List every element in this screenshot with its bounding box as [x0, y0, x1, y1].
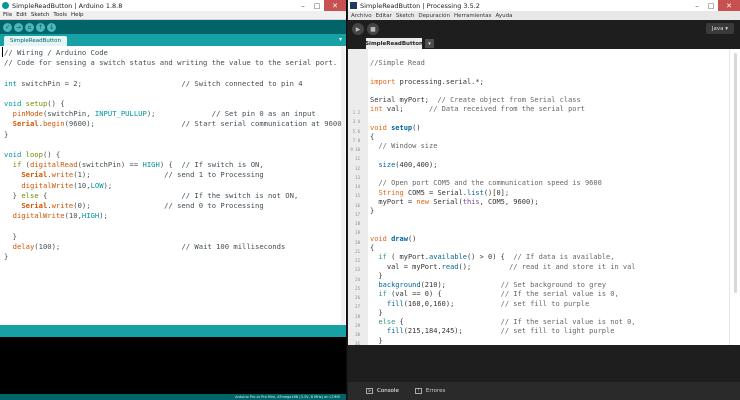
- processing-tab-menu-icon[interactable]: ▾: [425, 39, 434, 48]
- arduino-tab-sketch[interactable]: SimpleReadButton: [4, 36, 68, 46]
- arduino-menu-edit[interactable]: Edit: [16, 12, 27, 18]
- processing-maximize-button[interactable]: □: [704, 0, 718, 11]
- processing-window-title: SimpleReadButton | Processing 3.5.2: [360, 1, 480, 10]
- processing-code: //Simple Read import processing.serial.*…: [370, 59, 636, 363]
- arduino-menubar: File Edit Sketch Tools Help: [0, 11, 346, 20]
- processing-code-editor[interactable]: //Simple Read import processing.serial.*…: [368, 49, 729, 363]
- processing-window: SimpleReadButton | Processing 3.5.2 – □ …: [348, 0, 740, 400]
- processing-menu-sketch[interactable]: Sketch: [396, 13, 415, 19]
- processing-minimize-button[interactable]: –: [690, 0, 704, 11]
- arduino-app-icon: [2, 2, 9, 9]
- processing-titlebar[interactable]: SimpleReadButton | Processing 3.5.2 – □ …: [348, 0, 740, 11]
- processing-line-numbers: 1 2 3 4 5 6 7 8 9 10 11 12 13 14 15 16 1…: [350, 110, 360, 347]
- errors-tab[interactable]: ! Errores: [414, 388, 446, 394]
- arduino-minimize-button[interactable]: –: [296, 0, 310, 11]
- new-icon[interactable]: ▫: [25, 22, 34, 32]
- processing-app-icon: [350, 2, 357, 9]
- processing-scroll-thumb[interactable]: [734, 53, 737, 293]
- arduino-code: // Wiring / Arduino Code // Code for sen…: [4, 48, 347, 262]
- arduino-titlebar[interactable]: SimpleReadButton | Arduino 1.8.8 – □ ✕: [0, 0, 346, 11]
- processing-menu-ayuda[interactable]: Ayuda: [496, 13, 513, 19]
- processing-menu-herramientas[interactable]: Herramientas: [454, 13, 491, 19]
- processing-tab-row: SimpleReadButton ▾: [348, 38, 740, 49]
- arduino-tab-menu-icon[interactable]: ▾: [339, 36, 342, 43]
- arduino-menu-help[interactable]: Help: [71, 12, 84, 18]
- console-icon: >: [366, 388, 373, 394]
- processing-menu-depuracion[interactable]: Depuración: [418, 13, 450, 19]
- processing-console-tabs: > Console ! Errores: [348, 382, 740, 400]
- arduino-tab-row: SimpleReadButton ▾: [0, 34, 346, 46]
- processing-menu-archivo[interactable]: Archivo: [351, 13, 372, 19]
- arduino-vertical-scrollbar[interactable]: [341, 46, 345, 325]
- processing-vertical-scrollbar[interactable]: [729, 49, 740, 345]
- save-icon[interactable]: ↓: [47, 22, 56, 32]
- processing-close-button[interactable]: ✕: [718, 0, 740, 11]
- processing-mode-selector[interactable]: Java ▾: [705, 23, 734, 34]
- arduino-window-title: SimpleReadButton | Arduino 1.8.8: [12, 1, 123, 10]
- run-icon[interactable]: ▶: [352, 23, 364, 35]
- upload-icon[interactable]: →: [14, 22, 23, 32]
- arduino-console: [0, 337, 346, 394]
- processing-console: [348, 345, 740, 382]
- arduino-menu-file[interactable]: File: [3, 12, 12, 18]
- stop-icon[interactable]: ■: [367, 23, 379, 35]
- arduino-code-editor[interactable]: // Wiring / Arduino Code // Code for sen…: [0, 46, 346, 325]
- errors-icon: !: [414, 388, 422, 394]
- verify-icon[interactable]: ✓: [3, 22, 12, 32]
- processing-line-gutter: 1 2 3 4 5 6 7 8 9 10 11 12 13 14 15 16 1…: [348, 49, 368, 346]
- processing-menu-editar[interactable]: Editar: [376, 13, 392, 19]
- console-tab-label: Console: [377, 388, 399, 394]
- text-cursor: [2, 47, 3, 57]
- arduino-toolbar: ✓ → ▫ ↑ ↓: [0, 20, 346, 34]
- arduino-board-status: Arduino Pro or Pro Mini, ATmega168 (3.3V…: [0, 394, 346, 400]
- arduino-window: SimpleReadButton | Arduino 1.8.8 – □ ✕ F…: [0, 0, 347, 400]
- arduino-status-bar: [0, 325, 346, 337]
- errors-tab-label: Errores: [425, 388, 446, 394]
- processing-toolbar: ▶ ■ Java ▾: [348, 20, 740, 38]
- console-tab[interactable]: > Console: [366, 388, 399, 394]
- processing-menubar: Archivo Editar Sketch Depuración Herrami…: [348, 11, 740, 20]
- arduino-close-button[interactable]: ✕: [324, 0, 346, 11]
- open-icon[interactable]: ↑: [36, 22, 45, 32]
- arduino-maximize-button[interactable]: □: [310, 0, 324, 11]
- processing-tab-sketch[interactable]: SimpleReadButton: [365, 38, 423, 49]
- arduino-menu-tools[interactable]: Tools: [53, 12, 67, 18]
- arduino-menu-sketch[interactable]: Sketch: [31, 12, 50, 18]
